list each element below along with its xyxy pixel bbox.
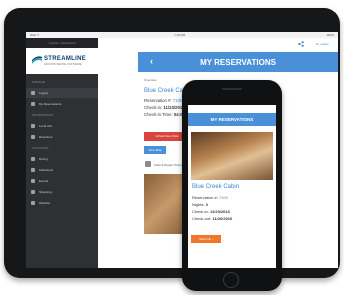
sidebar-item-label: Weather	[39, 201, 51, 205]
phone-checkin: Check-in: 11/23/2016	[192, 209, 230, 214]
sidebar-item-weather[interactable]: Weather	[26, 198, 98, 208]
map-pin-icon	[31, 135, 35, 139]
power-icon	[31, 91, 35, 95]
phone-cabin-name[interactable]: Blue Creek Cabin	[192, 184, 239, 190]
line-value: 11/23/2016	[210, 209, 230, 214]
line-label: Reservation #:	[192, 195, 219, 200]
wrench-icon	[145, 161, 151, 167]
line-value[interactable]: 7100	[219, 195, 228, 200]
status-time: 7:19 PM	[174, 33, 186, 37]
phone-earpiece	[222, 88, 242, 90]
star-icon	[31, 179, 35, 183]
phone-checkout: Check-out: 11/26/2016	[192, 216, 232, 221]
page-header: ‹ MY RESERVATIONS	[138, 52, 338, 72]
user-greeting[interactable]: Hi, Guest	[316, 42, 329, 46]
checkin-label: Check-in:	[144, 105, 164, 110]
sidebar-item-label: Events	[39, 179, 49, 183]
reservation-label: Reservation #:	[144, 98, 173, 103]
view-map-button[interactable]: View Map	[144, 146, 166, 154]
phone-device: MY RESERVATIONS Blue Creek Cabin Reserva…	[182, 80, 282, 291]
calendar-icon	[31, 102, 35, 106]
sidebar-item-my-reservations[interactable]: My Reservations	[26, 99, 98, 109]
logo[interactable]: STREAMLINE VACATION RENTAL SOFTWARE	[26, 48, 98, 74]
fork-icon	[31, 157, 35, 161]
repair-label: Submit Repair Ticket	[154, 163, 182, 167]
sidebar-section-information: INFORMATION	[32, 113, 53, 117]
sidebar-item-label: Dining	[39, 157, 48, 161]
sidebar-top-label: Update / Dashboard	[26, 38, 98, 48]
page-title: MY RESERVATIONS	[200, 58, 276, 67]
phone-reservation-number: Reservation #: 7100	[192, 195, 228, 200]
sidebar-item-label: Attractions	[39, 168, 54, 172]
line-value: 11/26/2016	[212, 216, 233, 221]
sidebar-section-activities: ACTIVITIES	[32, 146, 49, 150]
tablet-device: iPad ✦ 7:19 PM 100% Update / Dashboard S…	[4, 8, 340, 278]
sidebar-item-events[interactable]: Events	[26, 176, 98, 186]
camera-icon	[31, 168, 35, 172]
line-label: Nights:	[192, 202, 206, 207]
sidebar: Update / Dashboard STREAMLINE VACATION R…	[26, 38, 98, 268]
line-label: Check-in:	[192, 209, 211, 214]
sidebar-item-attractions[interactable]: Attractions	[26, 165, 98, 175]
line-value: 3	[205, 202, 208, 207]
logo-name: STREAMLINE	[44, 56, 86, 62]
sidebar-item-label: Directions	[39, 135, 53, 139]
sidebar-item-directions[interactable]: Directions	[26, 132, 98, 142]
phone-nights: Nights: 3	[192, 202, 208, 207]
phone-page-header: MY RESERVATIONS	[188, 113, 276, 126]
view-info-button[interactable]: View Info ›	[191, 235, 221, 243]
info-icon	[31, 124, 35, 128]
sidebar-item-local-info[interactable]: Local Info	[26, 121, 98, 131]
sidebar-item-dining[interactable]: Dining	[26, 154, 98, 164]
breadcrumb[interactable]: Overview	[144, 78, 157, 82]
phone-page-title: MY RESERVATIONS	[210, 117, 254, 122]
line-label: Check-out:	[192, 216, 213, 221]
home-button[interactable]	[223, 272, 239, 288]
sidebar-item-label: Shopping	[39, 190, 52, 194]
sidebar-section-manage: MANAGE	[32, 80, 46, 84]
share-icon[interactable]	[298, 41, 304, 47]
sidebar-item-label: My Reservations	[39, 102, 62, 106]
phone-cabin-photo	[191, 132, 273, 180]
sidebar-item-label: Local Info	[39, 124, 53, 128]
sidebar-item-logout[interactable]: Logout	[26, 88, 98, 98]
logo-tagline: VACATION RENTAL SOFTWARE	[44, 63, 82, 66]
status-carrier: iPad ✦	[30, 33, 40, 37]
phone-screen: MY RESERVATIONS Blue Creek Cabin Reserva…	[188, 105, 276, 268]
logo-mark-icon	[32, 56, 42, 64]
reservation-number: Reservation #: 7100	[144, 98, 182, 103]
bag-icon	[31, 190, 35, 194]
cloud-icon	[31, 201, 35, 205]
checkin-date: Check-in: 11/23/2016	[144, 105, 185, 110]
checkin-time-label: Check-in Time:	[144, 112, 174, 117]
status-battery: 100%	[326, 33, 334, 37]
sidebar-item-label: Logout	[39, 91, 49, 95]
sidebar-item-shopping[interactable]: Shopping	[26, 187, 98, 197]
